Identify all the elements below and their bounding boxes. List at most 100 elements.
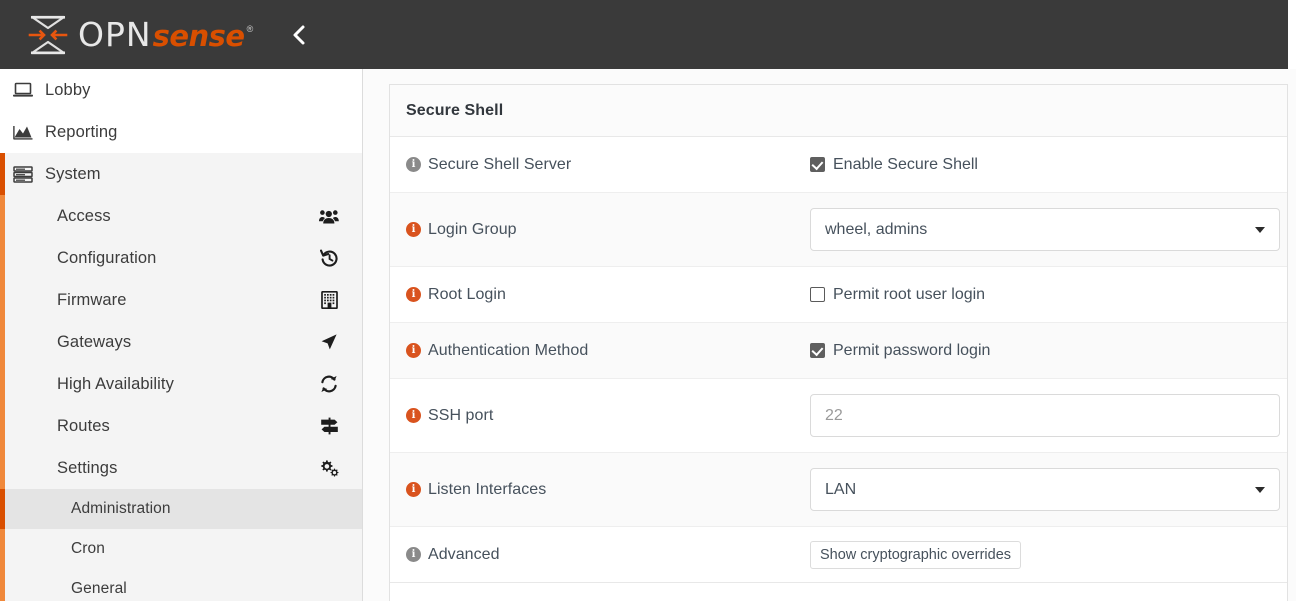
form-row-root-login: Root Login Permit root user login bbox=[390, 267, 1287, 323]
location-arrow-icon bbox=[318, 333, 340, 351]
show-cryptographic-overrides-button[interactable]: Show cryptographic overrides bbox=[810, 540, 1022, 569]
login-group-select[interactable]: wheel, admins bbox=[810, 208, 1280, 251]
form-row-authentication-method: Authentication Method Permit password lo… bbox=[390, 323, 1287, 379]
select-value: wheel, admins bbox=[825, 220, 928, 238]
sidebar-item-access[interactable]: Access bbox=[0, 195, 362, 237]
sidebar-item-lobby[interactable]: Lobby bbox=[0, 69, 362, 111]
sidebar-item-reporting[interactable]: Reporting bbox=[0, 111, 362, 153]
select-value: LAN bbox=[825, 480, 857, 498]
brand-opn-text: OPN bbox=[78, 15, 152, 54]
checkbox-box[interactable] bbox=[810, 287, 825, 302]
field-label: Root Login bbox=[428, 285, 506, 303]
area-chart-icon bbox=[13, 124, 39, 140]
gears-icon bbox=[318, 459, 340, 477]
info-icon[interactable] bbox=[406, 287, 421, 302]
info-icon[interactable] bbox=[406, 222, 421, 237]
history-icon bbox=[318, 249, 340, 267]
enable-secure-shell-checkbox[interactable]: Enable Secure Shell bbox=[810, 156, 978, 174]
sidebar-item-label: Configuration bbox=[57, 248, 157, 267]
row-control: Permit root user login bbox=[810, 286, 1271, 304]
permit-root-login-checkbox[interactable]: Permit root user login bbox=[810, 286, 985, 304]
sidebar-item-firmware[interactable]: Firmware bbox=[0, 279, 362, 321]
form-row-ssh-port: SSH port 22 bbox=[390, 379, 1287, 453]
main-content: Secure Shell Secure Shell Server Enable … bbox=[363, 69, 1296, 601]
sidebar-item-gateways[interactable]: Gateways bbox=[0, 321, 362, 363]
field-label: Login Group bbox=[428, 220, 517, 238]
laptop-icon bbox=[13, 82, 39, 98]
form-row-secure-shell-server: Secure Shell Server Enable Secure Shell bbox=[390, 137, 1287, 193]
opnsense-logo-icon bbox=[27, 15, 69, 55]
app-header: OPN sense ® bbox=[0, 0, 1288, 69]
info-icon[interactable] bbox=[406, 343, 421, 358]
sidebar-item-label: Gateways bbox=[57, 332, 132, 351]
info-icon[interactable] bbox=[406, 547, 421, 562]
sidebar-item-label: General bbox=[71, 580, 127, 597]
sidebar-item-routes[interactable]: Routes bbox=[0, 405, 362, 447]
field-label: Advanced bbox=[428, 545, 500, 563]
checkbox-box[interactable] bbox=[810, 343, 825, 358]
input-placeholder: 22 bbox=[825, 406, 843, 424]
chevron-down-icon bbox=[1255, 486, 1265, 493]
row-control: 22 bbox=[810, 394, 1280, 437]
users-icon bbox=[318, 209, 340, 224]
sidebar-submenu-system: Access Configuration Firmware Gateways H… bbox=[0, 195, 362, 601]
row-control: Permit password login bbox=[810, 342, 1271, 360]
info-icon[interactable] bbox=[406, 157, 421, 172]
checkbox-box[interactable] bbox=[810, 157, 825, 172]
row-control: Show cryptographic overrides bbox=[810, 540, 1271, 569]
field-label: Authentication Method bbox=[428, 341, 589, 359]
checkbox-label: Enable Secure Shell bbox=[833, 155, 978, 173]
info-icon[interactable] bbox=[406, 408, 421, 423]
field-label: Secure Shell Server bbox=[428, 155, 572, 173]
row-label: SSH port bbox=[406, 407, 810, 425]
brand-registered-mark: ® bbox=[246, 24, 254, 34]
brand-logo[interactable]: OPN sense ® bbox=[27, 0, 253, 69]
sidebar-item-cron[interactable]: Cron bbox=[0, 529, 362, 569]
sidebar-item-label: Firmware bbox=[57, 290, 127, 309]
header-edge-filler bbox=[1288, 0, 1296, 69]
listen-interfaces-select[interactable]: LAN bbox=[810, 468, 1280, 511]
sidebar-item-label: Administration bbox=[71, 500, 171, 517]
sidebar-item-system[interactable]: System bbox=[0, 153, 362, 195]
sidebar-item-administration[interactable]: Administration bbox=[0, 489, 362, 529]
row-label: Listen Interfaces bbox=[406, 481, 810, 499]
sidebar-item-settings[interactable]: Settings bbox=[0, 447, 362, 489]
sidebar-item-configuration[interactable]: Configuration bbox=[0, 237, 362, 279]
ssh-port-input[interactable]: 22 bbox=[810, 394, 1280, 437]
sidebar-item-label: Access bbox=[57, 206, 111, 225]
field-label: SSH port bbox=[428, 406, 494, 424]
info-icon[interactable] bbox=[406, 482, 421, 497]
sidebar-item-label: Cron bbox=[71, 540, 105, 557]
building-icon bbox=[318, 291, 340, 309]
refresh-icon bbox=[318, 375, 340, 393]
sidebar-item-label: Settings bbox=[57, 458, 118, 477]
sidebar-item-label: Routes bbox=[57, 416, 110, 435]
chevron-down-icon bbox=[1255, 226, 1265, 233]
form-row-advanced: Advanced Show cryptographic overrides bbox=[390, 527, 1287, 583]
form-row-login-group: Login Group wheel, admins bbox=[390, 193, 1287, 267]
row-label: Advanced bbox=[406, 546, 810, 564]
permit-password-login-checkbox[interactable]: Permit password login bbox=[810, 342, 990, 360]
field-label: Listen Interfaces bbox=[428, 480, 547, 498]
checkbox-label: Permit root user login bbox=[833, 285, 986, 303]
row-control: Enable Secure Shell bbox=[810, 156, 1271, 174]
row-control: LAN bbox=[810, 468, 1280, 511]
row-label: Authentication Method bbox=[406, 342, 810, 360]
row-control: wheel, admins bbox=[810, 208, 1280, 251]
sidebar-item-high-availability[interactable]: High Availability bbox=[0, 363, 362, 405]
signpost-icon bbox=[318, 417, 340, 435]
row-label: Secure Shell Server bbox=[406, 156, 810, 174]
sidebar-item-label: Reporting bbox=[45, 122, 118, 141]
form-row-listen-interfaces: Listen Interfaces LAN bbox=[390, 453, 1287, 527]
brand-sense-text: sense bbox=[152, 19, 246, 53]
row-label: Root Login bbox=[406, 286, 810, 304]
sidebar-item-label: High Availability bbox=[57, 374, 174, 393]
sidebar-nav: Lobby Reporting System Access Configurat… bbox=[0, 69, 363, 601]
sidebar-item-label: System bbox=[45, 164, 101, 183]
secure-shell-panel: Secure Shell Secure Shell Server Enable … bbox=[389, 84, 1288, 601]
sidebar-item-general[interactable]: General bbox=[0, 569, 362, 601]
chevron-left-icon[interactable] bbox=[285, 21, 313, 49]
page-title: Secure Shell bbox=[406, 101, 504, 119]
sidebar-item-label: Lobby bbox=[45, 80, 91, 99]
checkbox-label: Permit password login bbox=[833, 341, 991, 359]
